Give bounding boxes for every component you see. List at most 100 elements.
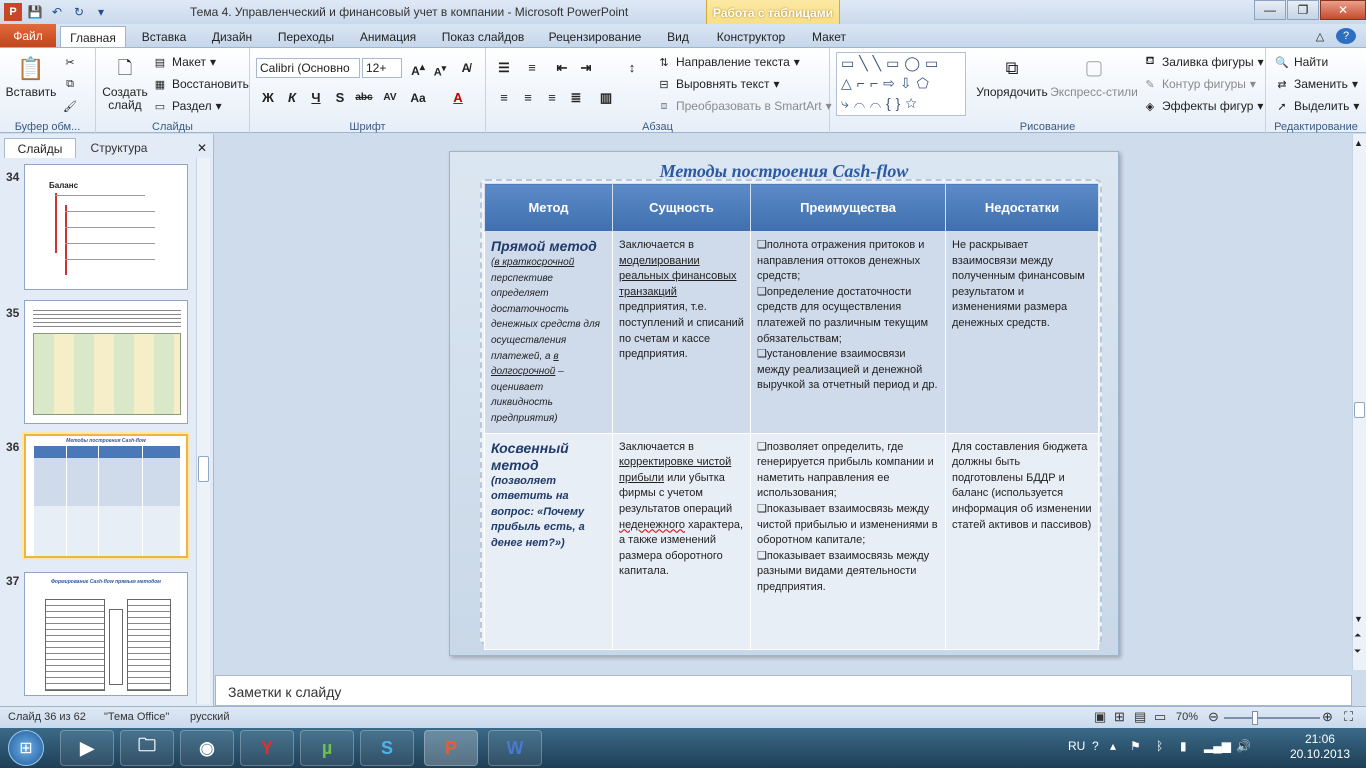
battery-icon[interactable]: ▮ — [1180, 739, 1187, 753]
cell-indirect-advantages[interactable]: ❑позволяет определить, где генерируется … — [750, 432, 946, 650]
fit-to-window-icon[interactable]: ⛶ — [1344, 709, 1353, 725]
tab-animation[interactable]: Анимация — [350, 26, 426, 48]
previous-slide-icon[interactable]: ⏶ — [1354, 630, 1361, 641]
cell-direct-essence[interactable]: Заключается в моделировании реальных фин… — [612, 231, 751, 434]
zoom-level[interactable]: 70% — [1176, 711, 1198, 723]
redo-icon[interactable]: ↻ — [70, 3, 88, 21]
notes-pane[interactable]: Заметки к слайду — [215, 675, 1352, 706]
header-disadvantages[interactable]: Недостатки — [945, 183, 1099, 232]
bold-button[interactable]: Ж — [258, 88, 278, 108]
close-panel-icon[interactable]: ✕ — [194, 138, 210, 158]
zoom-out-icon[interactable]: ⊖ — [1208, 709, 1219, 725]
cell-direct-advantages[interactable]: ❑полнота отражения притоков и направлени… — [750, 231, 946, 434]
customize-qat-icon[interactable]: ▾ — [92, 3, 110, 21]
select-button[interactable]: ➚ Выделить ▾ — [1274, 98, 1359, 114]
scroll-up-icon[interactable]: ▲ — [1354, 138, 1363, 148]
close-button[interactable]: ✕ — [1320, 0, 1366, 20]
font-name-combobox[interactable]: Calibri (Основно — [256, 58, 360, 78]
font-size-combobox[interactable]: 12+ — [362, 58, 402, 78]
slide-sorter-icon[interactable]: ⊞ — [1114, 709, 1125, 725]
shape-effects-button[interactable]: ◈ Эффекты фигур ▾ — [1142, 98, 1264, 114]
smartart-button[interactable]: ⧈ Преобразовать в SmartArt ▾ — [656, 98, 832, 114]
tab-design[interactable]: Дизайн — [202, 26, 262, 48]
keyboard-language[interactable]: RU — [1068, 739, 1085, 753]
tab-home[interactable]: Главная — [60, 26, 126, 49]
reading-view-icon[interactable]: ▤ — [1134, 709, 1146, 725]
cell-indirect-method[interactable]: Косвенный метод (позволяет ответить на в… — [484, 432, 613, 650]
language-indicator[interactable]: русский — [190, 711, 229, 723]
scroll-down-icon[interactable]: ▼ — [1354, 614, 1363, 624]
chevron-up-icon[interactable]: ▴ — [1110, 739, 1116, 753]
header-method[interactable]: Метод — [484, 183, 613, 232]
theme-name[interactable]: "Тема Office" — [104, 711, 169, 723]
minimize-button[interactable]: — — [1254, 0, 1286, 20]
shadow-button[interactable]: S — [330, 88, 350, 108]
notes-placeholder[interactable]: Заметки к слайду — [228, 684, 341, 700]
text-direction-button[interactable]: ⇅ Направление текста ▾ — [656, 54, 799, 70]
undo-icon[interactable]: ↶ — [48, 3, 66, 21]
shrink-font-button[interactable]: A▾ — [430, 58, 450, 79]
ribbon-minimize-icon[interactable]: △ — [1310, 26, 1330, 48]
copy-button[interactable]: ⧉ — [62, 76, 78, 92]
network-icon[interactable]: ▂▄▆ — [1204, 739, 1231, 753]
decrease-indent-button[interactable]: ⇤ — [552, 58, 572, 78]
cell-indirect-disadvantages[interactable]: Для составления бюджета должны быть подг… — [945, 432, 1099, 650]
tab-layout-table[interactable]: Макет — [800, 26, 858, 48]
zoom-slider-thumb[interactable] — [1252, 711, 1258, 725]
help-icon[interactable]: ? — [1336, 28, 1356, 44]
flag-icon[interactable]: ⚑ — [1130, 739, 1141, 753]
cut-button[interactable]: ✂ — [62, 54, 78, 70]
media-player-icon[interactable]: ▶ — [60, 730, 114, 766]
increase-indent-button[interactable]: ⇥ — [576, 58, 596, 78]
justify-button[interactable]: ≣ — [566, 88, 586, 108]
slide-thumbnail-35[interactable] — [24, 300, 188, 424]
tab-transitions[interactable]: Переходы — [270, 26, 342, 48]
clear-format-button[interactable]: A̸ — [456, 58, 476, 78]
underline-button[interactable]: Ч — [306, 88, 326, 108]
slideshow-icon[interactable]: ▭ — [1154, 709, 1166, 725]
powerpoint-app-icon[interactable]: P — [4, 3, 22, 21]
tab-slides[interactable]: Слайды — [4, 138, 76, 158]
tab-outline[interactable]: Структура — [80, 138, 158, 158]
cell-indirect-essence[interactable]: Заключается в корректировке чистой прибы… — [612, 432, 751, 650]
shape-outline-button[interactable]: ✎ Контур фигуры ▾ — [1142, 76, 1256, 92]
align-center-button[interactable]: ≡ — [518, 88, 538, 108]
char-spacing-button[interactable]: AV — [380, 88, 400, 108]
strikethrough-button[interactable]: abc — [354, 88, 374, 108]
change-case-button[interactable]: Aa — [408, 88, 428, 108]
shapes-gallery[interactable]: ▭╲╲▭◯▭ △⌐⌐⇨⇩⬠ ⤷⌒⌒{}☆ — [836, 52, 966, 116]
skype-icon[interactable]: S — [360, 730, 414, 766]
align-right-button[interactable]: ≡ — [542, 88, 562, 108]
shape-fill-button[interactable]: ⛾ Заливка фигуры ▾ — [1142, 54, 1264, 70]
utorrent-icon[interactable]: µ — [300, 730, 354, 766]
slide-thumbnail-37[interactable]: Формирование Cash-flow прямым методом — [24, 572, 188, 696]
slide-thumbnail-34[interactable]: Баланс — [24, 164, 188, 290]
maximize-button[interactable]: ❐ — [1287, 0, 1319, 20]
tab-insert[interactable]: Вставка — [134, 26, 194, 48]
tab-review[interactable]: Рецензирование — [540, 26, 650, 48]
align-left-button[interactable]: ≡ — [494, 88, 514, 108]
paste-button[interactable]: 📋 Вставить — [4, 52, 58, 99]
slide-thumbnail-36[interactable]: Методы построения Cash-flow — [24, 434, 188, 558]
help-tray-icon[interactable]: ? — [1092, 739, 1099, 753]
font-color-button[interactable]: A — [448, 88, 468, 108]
volume-icon[interactable]: 🔊 — [1236, 739, 1251, 753]
new-slide-button[interactable]: 🗋 Создать слайд — [100, 52, 150, 112]
chrome-icon[interactable]: ◉ — [180, 730, 234, 766]
normal-view-icon[interactable]: ▣ — [1094, 709, 1106, 725]
scroll-thumb[interactable] — [198, 456, 209, 482]
find-button[interactable]: 🔍 Найти — [1274, 54, 1328, 70]
reset-button[interactable]: ▦ Восстановить — [152, 76, 249, 92]
arrange-button[interactable]: ⧉ Упорядочить — [976, 52, 1048, 99]
start-button[interactable]: ⊞ — [8, 730, 44, 766]
zoom-in-icon[interactable]: ⊕ — [1322, 709, 1333, 725]
italic-button[interactable]: К — [282, 88, 302, 108]
cell-direct-method[interactable]: Прямой метод (в краткосрочной перспектив… — [484, 231, 613, 434]
section-button[interactable]: ▭ Раздел ▾ — [152, 98, 222, 114]
line-spacing-button[interactable]: ↕ — [622, 58, 642, 78]
powerpoint-taskbar-icon[interactable]: P — [424, 730, 478, 766]
bluetooth-icon[interactable]: ᛒ — [1156, 739, 1163, 753]
yandex-browser-icon[interactable]: Y — [240, 730, 294, 766]
header-essence[interactable]: Сущность — [612, 183, 751, 232]
align-text-button[interactable]: ⊟ Выровнять текст ▾ — [656, 76, 779, 92]
